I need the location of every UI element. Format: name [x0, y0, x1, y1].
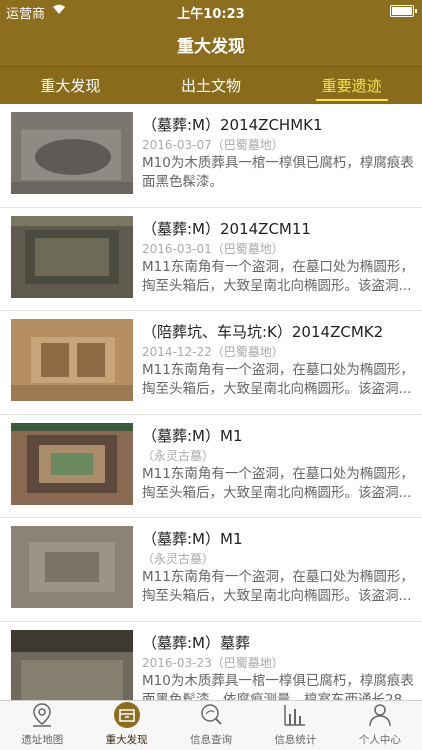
item-description: M10为木质葬具一棺一椁俱已腐朽，椁腐痕表面黑色髹漆。依腐痕测量，椁室东西通长2… — [142, 672, 416, 701]
search-icon — [201, 704, 222, 725]
site-list: （墓葬:M）2014ZCHMK1 2016-03-07（巴蜀墓地） M10为木质… — [0, 104, 422, 700]
list-item[interactable]: （墓葬:M）墓葬 2016-03-23（巴蜀墓地） M10为木质葬具一棺一椁俱已… — [0, 622, 422, 701]
active-tab-indicator — [315, 99, 388, 101]
site-thumbnail — [11, 215, 133, 298]
item-description: M11东南角有一个盗洞，在墓口处为椭圆形，掏至头箱后，大致呈南北向椭圆形。该盗洞… — [142, 258, 414, 294]
list-item[interactable]: （墓葬:M）M1 （永灵古墓） M11东南角有一个盗洞，在墓口处为椭圆形，掏至头… — [0, 415, 422, 518]
list-item[interactable]: （墓葬:M）2014ZCM11 2016-03-01（巴蜀墓地） M11东南角有… — [0, 208, 422, 311]
site-thumbnail — [11, 629, 133, 700]
item-meta: 2014-12-22（巴蜀墓地） — [142, 345, 284, 359]
bar-chart-icon — [284, 705, 306, 726]
nav-bar: 重大发现 — [0, 22, 422, 66]
tabbar-item-map[interactable]: 遗址地图 — [0, 701, 84, 750]
list-item[interactable]: （陪葬坑、车马坑:K）2014ZCMK2 2014-12-22（巴蜀墓地） M1… — [0, 311, 422, 415]
item-title: （墓葬:M）墓葬 — [142, 633, 250, 652]
tab-important-sites[interactable]: 重要遗迹 — [281, 67, 422, 104]
list-item[interactable]: （墓葬:M）2014ZCHMK1 2016-03-07（巴蜀墓地） M10为木质… — [0, 104, 422, 208]
tab-label: 重要遗迹 — [321, 77, 382, 95]
tabbar-item-stats[interactable]: 信息统计 — [253, 701, 337, 750]
user-icon — [369, 704, 391, 727]
item-description: M11东南角有一个盗洞，在墓口处为椭圆形，掏至头箱后，大致呈南北向椭圆形。该盗洞… — [142, 465, 414, 501]
bottom-tab-bar: 遗址地图 重大发现 信息查询 信息统计 个人中心 — [0, 700, 422, 750]
tabbar-label: 个人中心 — [358, 734, 401, 746]
tabbar-label: 信息统计 — [274, 734, 317, 746]
item-meta: （永灵古墓） — [142, 552, 215, 566]
page-title: 重大发现 — [177, 36, 245, 57]
tabbar-label: 重大发现 — [105, 734, 148, 746]
site-thumbnail — [11, 319, 133, 401]
tabbar-item-profile[interactable]: 个人中心 — [338, 701, 422, 750]
item-title: （墓葬:M）M1 — [142, 426, 243, 445]
tab-label: 重大发现 — [40, 77, 101, 95]
tabbar-item-search[interactable]: 信息查询 — [169, 701, 253, 750]
box-icon — [113, 702, 140, 728]
item-title: （墓葬:M）M1 — [142, 530, 243, 548]
list-item[interactable]: （墓葬:M）M1 （永灵古墓） M11东南角有一个盗洞，在墓口处为椭圆形，掏至头… — [0, 518, 422, 622]
item-description: M11东南角有一个盗洞，在墓口处为椭圆形，掏至头箱后，大致呈南北向椭圆形。该盗洞… — [142, 569, 414, 604]
status-time: 上午10:23 — [177, 7, 245, 22]
tabbar-label: 信息查询 — [190, 734, 233, 746]
item-title: （陪葬坑、车马坑:K）2014ZCMK2 — [142, 323, 384, 341]
tabbar-item-discovery[interactable]: 重大发现 — [84, 701, 168, 750]
tab-unearthed-relics[interactable]: 出土文物 — [141, 67, 282, 104]
tab-major-discovery[interactable]: 重大发现 — [0, 67, 141, 104]
status-bar: 运营商 上午10:23 — [0, 0, 422, 22]
item-meta: 2016-03-01（巴蜀墓地） — [142, 241, 284, 256]
map-pin-icon — [33, 703, 52, 727]
item-meta: 2016-03-07（巴蜀墓地） — [142, 138, 284, 152]
item-meta: 2016-03-23（巴蜀墓地） — [142, 655, 284, 670]
site-thumbnail — [11, 422, 133, 505]
tabbar-label: 遗址地图 — [21, 734, 64, 746]
item-title: （墓葬:M）2014ZCHMK1 — [142, 116, 323, 134]
battery-icon — [390, 5, 417, 17]
item-description: M10为木质葬具一棺一椁俱已腐朽，椁腐痕表面黑色髹漆。 — [142, 155, 414, 190]
site-thumbnail — [11, 112, 133, 194]
item-title: （墓葬:M）2014ZCM11 — [142, 219, 311, 238]
item-meta: （永灵古墓） — [142, 448, 215, 463]
segment-tabs: 重大发现 出土文物 重要遗迹 — [0, 66, 422, 104]
tab-label: 出土文物 — [181, 77, 242, 95]
site-thumbnail — [11, 526, 133, 608]
item-description: M11东南角有一个盗洞，在墓口处为椭圆形，掏至头箱后，大致呈南北向椭圆形。该盗洞… — [142, 362, 414, 397]
